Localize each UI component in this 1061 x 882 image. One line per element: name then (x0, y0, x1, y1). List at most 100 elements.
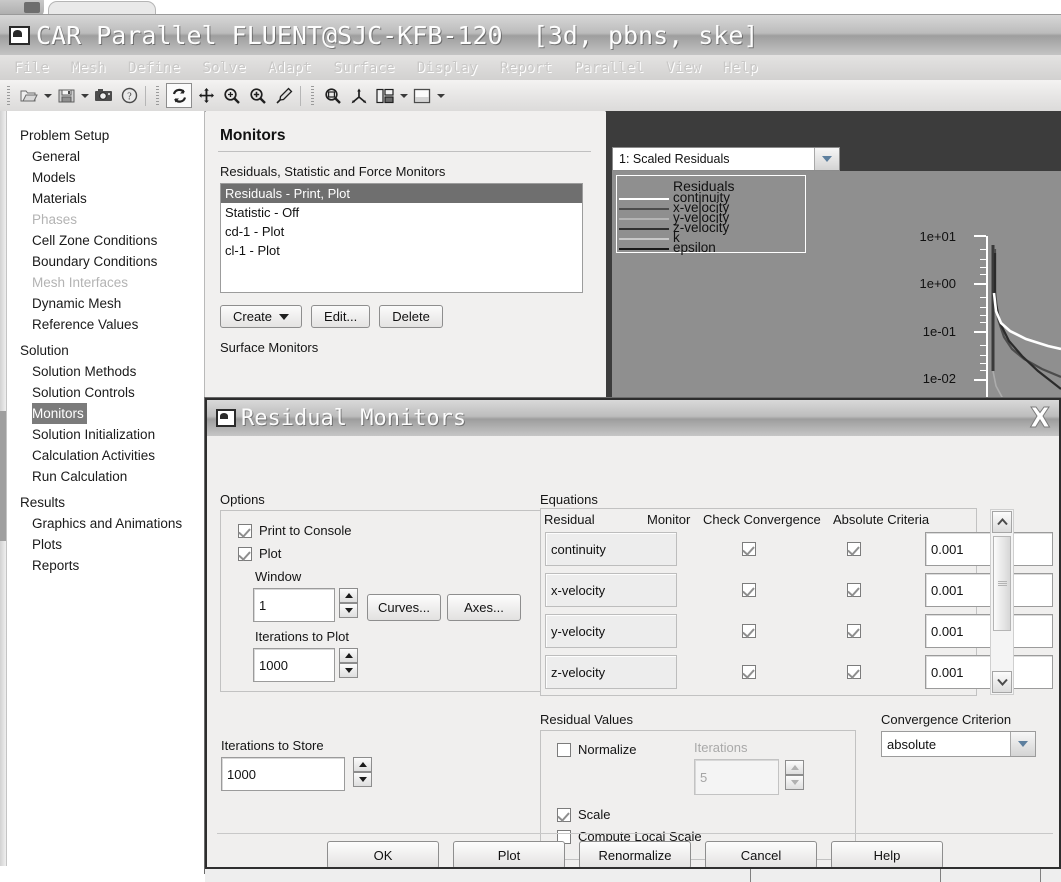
fit-to-window-icon[interactable] (321, 84, 345, 107)
list-item[interactable]: cl-1 - Plot (221, 241, 582, 260)
table-row[interactable]: z-velocity 0.001 (542, 653, 1053, 691)
sidebar-item-run-calculation[interactable]: Run Calculation (0, 466, 204, 487)
menu-solve[interactable]: Solve (202, 60, 246, 76)
window-input[interactable]: 1 (253, 588, 335, 622)
toolbar-grip-2[interactable] (156, 86, 159, 105)
check-convergence-checkbox[interactable] (847, 665, 861, 679)
absolute-criteria-input[interactable]: 0.001 (925, 573, 1053, 607)
check-convergence-checkbox[interactable] (847, 542, 861, 556)
background-icon[interactable] (410, 84, 434, 107)
iterations-to-store-input[interactable]: 1000 (221, 757, 345, 791)
probe-icon[interactable] (272, 84, 296, 107)
pan-icon[interactable] (194, 84, 218, 107)
equations-scrollbar[interactable] (990, 509, 1014, 695)
check-convergence-checkbox[interactable] (847, 583, 861, 597)
monitor-checkbox[interactable] (742, 624, 756, 638)
save-file-dropdown[interactable] (79, 84, 90, 107)
convergence-criterion-select[interactable]: absolute (881, 731, 1036, 757)
scroll-up-icon[interactable] (992, 511, 1012, 533)
sidebar-item-models[interactable]: Models (0, 167, 204, 188)
sidebar-item-dynamic-mesh[interactable]: Dynamic Mesh (0, 293, 204, 314)
menu-view[interactable]: View (666, 60, 701, 76)
close-icon[interactable] (1025, 402, 1055, 432)
graphics-window-select[interactable]: 1: Scaled Residuals (612, 147, 840, 171)
sidebar-group-solution[interactable]: Solution (0, 340, 204, 361)
menu-help[interactable]: Help (723, 60, 758, 76)
scrollbar-thumb[interactable] (993, 536, 1011, 631)
table-row[interactable]: y-velocity 0.001 (542, 612, 1053, 650)
menu-surface[interactable]: Surface (334, 60, 395, 76)
sidebar-item-materials[interactable]: Materials (0, 188, 204, 209)
zoom-in-icon[interactable] (246, 84, 270, 107)
residual-name[interactable]: x-velocity (545, 573, 677, 607)
list-item[interactable]: Residuals - Print, Plot (221, 184, 582, 203)
toolbar-grip-3[interactable] (311, 86, 314, 105)
sidebar-item-reference-values[interactable]: Reference Values (0, 314, 204, 335)
save-file-icon[interactable] (54, 84, 78, 107)
checkbox-box[interactable] (238, 523, 252, 538)
menu-parallel[interactable]: Parallel (574, 60, 644, 76)
absolute-criteria-input[interactable]: 0.001 (925, 655, 1053, 689)
normalize-checkbox[interactable]: Normalize (557, 742, 637, 757)
axes-button[interactable]: Axes... (447, 594, 521, 621)
menu-define[interactable]: Define (128, 60, 180, 76)
curves-button[interactable]: Curves... (367, 594, 441, 621)
background-dropdown[interactable] (435, 84, 446, 107)
stepper-down-icon[interactable] (339, 663, 358, 678)
chevron-down-icon[interactable] (1010, 732, 1035, 756)
residual-name[interactable]: y-velocity (545, 614, 677, 648)
menu-file[interactable]: File (14, 60, 49, 76)
iterations-to-plot-stepper[interactable] (339, 648, 358, 678)
absolute-criteria-input[interactable]: 0.001 (925, 614, 1053, 648)
delete-button[interactable]: Delete (379, 305, 443, 328)
table-row[interactable]: continuity 0.001 (542, 530, 1053, 568)
sidebar-item-boundary-conditions[interactable]: Boundary Conditions (0, 251, 204, 272)
zoom-region-icon[interactable] (220, 84, 244, 107)
checkbox-box[interactable] (238, 546, 252, 561)
camera-icon[interactable] (91, 84, 115, 107)
sidebar-item-solution-initialization[interactable]: Solution Initialization (0, 424, 204, 445)
monitor-checkbox[interactable] (742, 665, 756, 679)
sidebar-item-monitors[interactable]: Monitors (32, 403, 87, 424)
list-item[interactable]: cd-1 - Plot (221, 222, 582, 241)
stepper-up-icon[interactable] (339, 648, 358, 663)
open-file-icon[interactable] (17, 84, 41, 107)
residual-name[interactable]: continuity (545, 532, 677, 566)
toolbar-grip[interactable] (7, 86, 10, 105)
panels-icon[interactable] (373, 84, 397, 107)
table-row[interactable]: x-velocity 0.001 (542, 571, 1053, 609)
sidebar-item-plots[interactable]: Plots (0, 534, 204, 555)
axes-icon[interactable] (347, 84, 371, 107)
check-convergence-checkbox[interactable] (847, 624, 861, 638)
stepper-up-icon[interactable] (339, 588, 358, 603)
residual-name[interactable]: z-velocity (545, 655, 677, 689)
sidebar-item-calculation-activities[interactable]: Calculation Activities (0, 445, 204, 466)
sidebar-item-cell-zone-conditions[interactable]: Cell Zone Conditions (0, 230, 204, 251)
rotate-icon[interactable] (166, 83, 192, 108)
menu-display[interactable]: Display (417, 60, 478, 76)
stepper-down-icon[interactable] (353, 772, 372, 787)
menu-report[interactable]: Report (500, 60, 552, 76)
monitor-checkbox[interactable] (742, 583, 756, 597)
checkbox-box[interactable] (557, 807, 571, 822)
edit-button[interactable]: Edit... (311, 305, 371, 328)
scroll-down-icon[interactable] (992, 671, 1012, 693)
monitor-checkbox[interactable] (742, 542, 756, 556)
window-stepper[interactable] (339, 588, 358, 618)
open-file-dropdown[interactable] (42, 84, 53, 107)
chevron-down-icon[interactable] (814, 148, 839, 170)
sidebar-item-general[interactable]: General (0, 146, 204, 167)
sidebar-item-solution-methods[interactable]: Solution Methods (0, 361, 204, 382)
absolute-criteria-input[interactable]: 0.001 (925, 532, 1053, 566)
sidebar-group-problem-setup[interactable]: Problem Setup (0, 125, 204, 146)
stepper-up-icon[interactable] (353, 757, 372, 772)
menu-mesh[interactable]: Mesh (71, 60, 106, 76)
checkbox-box[interactable] (557, 742, 571, 757)
sidebar-item-solution-controls[interactable]: Solution Controls (0, 382, 204, 403)
scale-checkbox[interactable]: Scale (557, 807, 611, 822)
navigation-scrollbar-thumb[interactable] (0, 411, 6, 541)
iterations-to-store-stepper[interactable] (353, 757, 372, 787)
menu-adapt[interactable]: Adapt (268, 60, 312, 76)
sidebar-group-results[interactable]: Results (0, 492, 204, 513)
monitors-list[interactable]: Residuals - Print, Plot Statistic - Off … (220, 183, 583, 293)
